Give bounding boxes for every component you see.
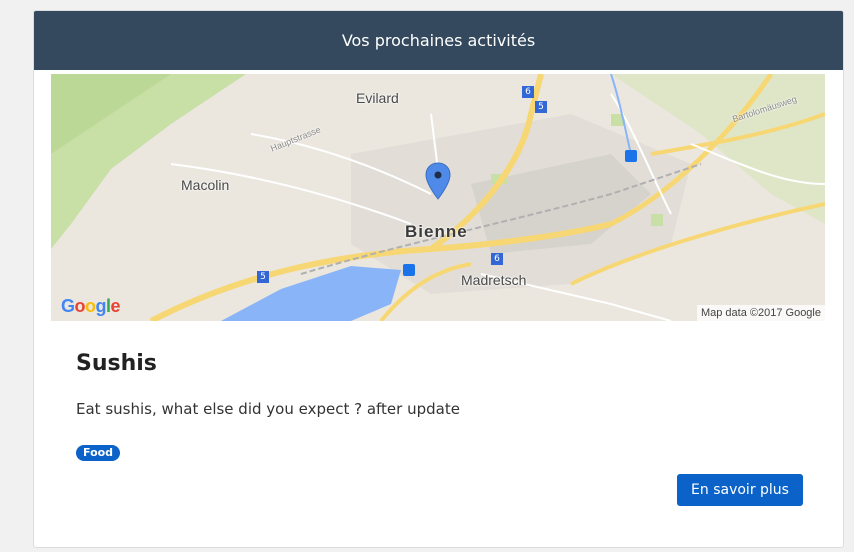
card-header: Vos prochaines activités [34, 11, 843, 70]
map-label-madretsch: Madretsch [461, 272, 527, 288]
google-logo[interactable]: Google [61, 296, 121, 317]
map-label-macolin: Macolin [181, 177, 230, 193]
category-badge: Food [76, 445, 121, 461]
activity-title: Sushis [76, 351, 157, 376]
location-map[interactable]: Evilard Macolin Bienne Madretsch Hauptst… [51, 74, 825, 321]
activity-card: Vos prochaines activités Evilard Macolin… [33, 10, 844, 548]
card-header-title: Vos prochaines activités [341, 31, 536, 50]
learn-more-button[interactable]: En savoir plus [677, 474, 803, 506]
map-attribution[interactable]: Map data ©2017 Google [696, 305, 825, 321]
activity-description: Eat sushis, what else did you expect ? a… [76, 400, 460, 418]
map-pin-icon[interactable] [425, 162, 451, 200]
route-shield: 6 [522, 86, 534, 98]
map-label-evilard: Evilard [356, 90, 399, 106]
route-shield: 5 [535, 101, 547, 113]
train-station-icon [625, 150, 637, 162]
route-shield: 6 [491, 253, 503, 265]
train-station-icon [403, 264, 415, 276]
map-label-bienne: Bienne [405, 222, 468, 241]
route-shield: 5 [257, 271, 269, 283]
